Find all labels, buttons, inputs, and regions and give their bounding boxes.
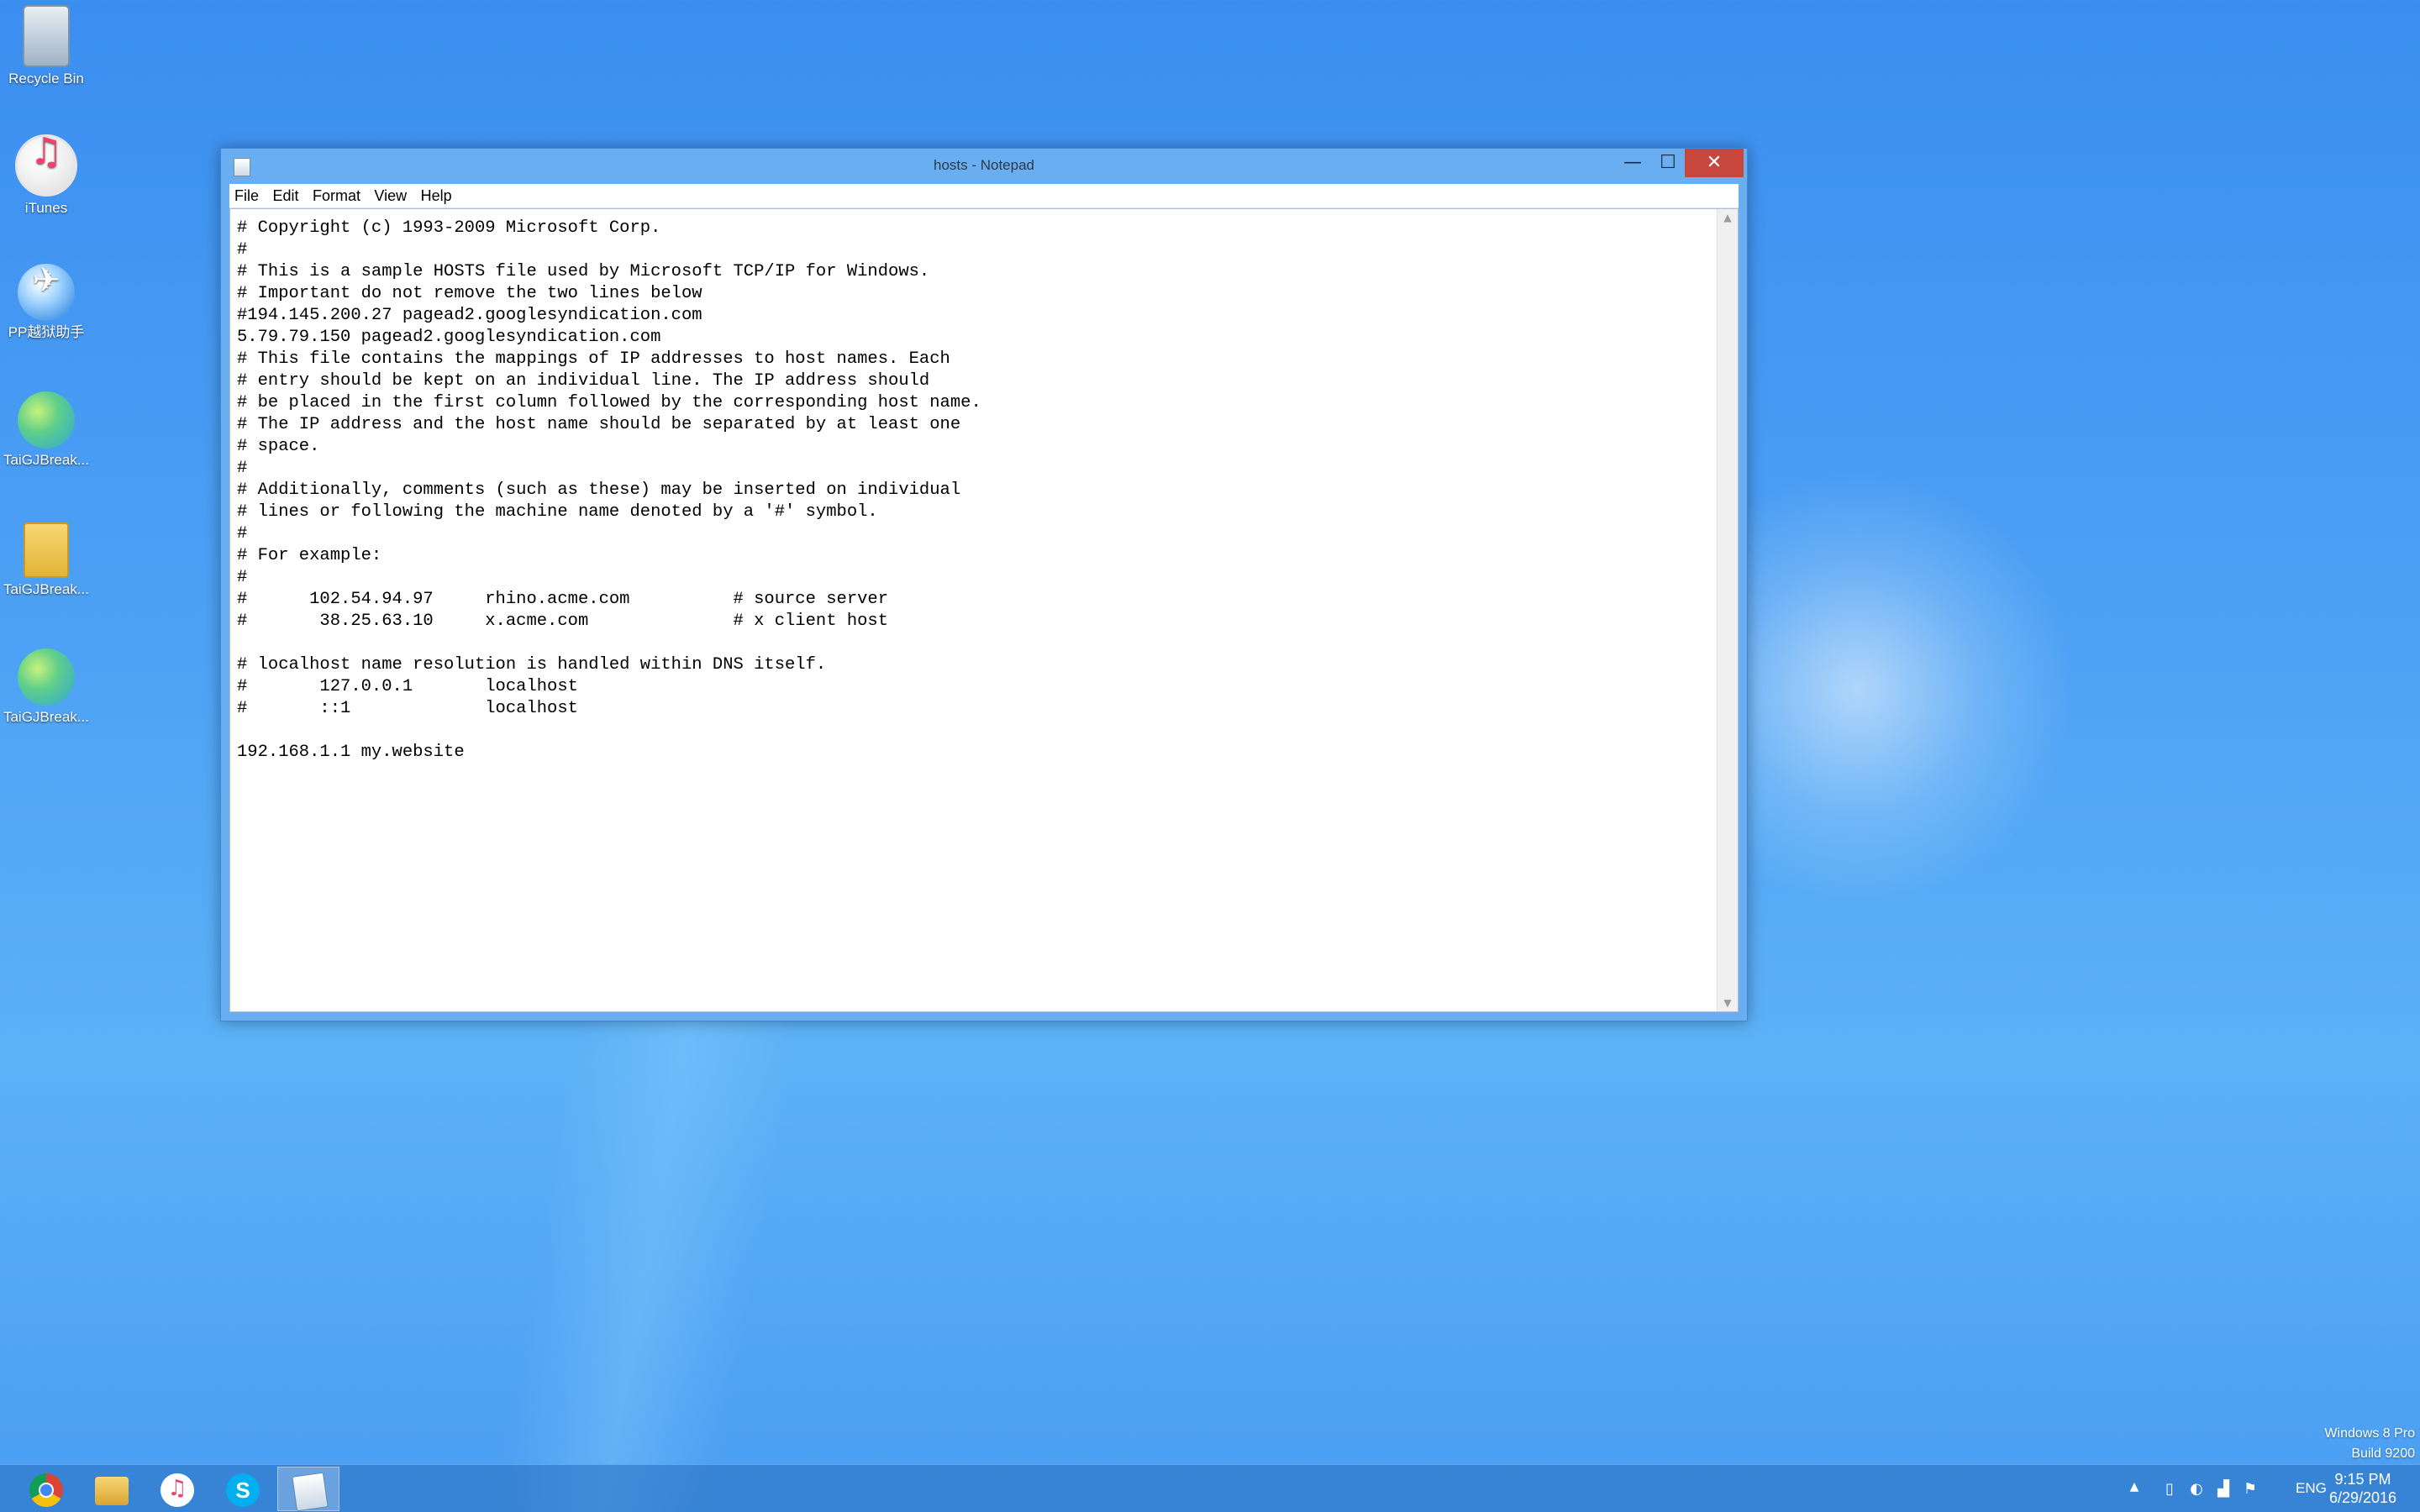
- taskbar-chrome-button[interactable]: [15, 1467, 77, 1511]
- device-tray-icon[interactable]: ▯: [2160, 1480, 2180, 1498]
- menu-file[interactable]: File: [229, 184, 264, 205]
- desktop-icon-taig-2[interactable]: TaiGJBreak...: [0, 648, 92, 726]
- close-button[interactable]: ✕: [1685, 149, 1744, 177]
- taskbar-notepad-button[interactable]: [277, 1467, 339, 1512]
- notepad-window[interactable]: hosts - Notepad — ☐ ✕ File Edit Format V…: [220, 148, 1748, 1021]
- recycle-bin-icon: [23, 5, 70, 67]
- window-title: hosts - Notepad: [933, 157, 1034, 173]
- desktop-icon-label: TaiGJBreak...: [3, 709, 90, 725]
- windows-version-watermark: Windows 8 Pro Build 9200: [2324, 1424, 2415, 1464]
- text-editor-area[interactable]: # Copyright (c) 1993-2009 Microsoft Corp…: [229, 208, 1739, 1012]
- folder-icon: [24, 522, 69, 578]
- scroll-up-icon[interactable]: ▲: [1718, 209, 1738, 226]
- system-clock[interactable]: 9:15 PM 6/29/2016: [2321, 1470, 2405, 1507]
- taskbar: ▲ ▯ ◐ ▟ ⚑ ENG 9:15 PM 6/29/2016: [0, 1464, 2420, 1512]
- itunes-icon: [160, 1473, 194, 1507]
- taskbar-file-explorer-button[interactable]: [81, 1467, 143, 1511]
- maximize-button[interactable]: ☐: [1649, 149, 1686, 177]
- itunes-icon: [15, 134, 77, 197]
- watermark-build: Build 9200: [2351, 1446, 2415, 1461]
- minimize-button[interactable]: —: [1614, 149, 1651, 177]
- watermark-edition: Windows 8 Pro: [2324, 1426, 2415, 1441]
- pp-assistant-icon: [18, 264, 75, 321]
- hosts-file-content[interactable]: # Copyright (c) 1993-2009 Microsoft Corp…: [237, 218, 1707, 1011]
- file-explorer-icon: [95, 1477, 129, 1505]
- taskbar-skype-button[interactable]: [212, 1467, 274, 1511]
- network-signal-icon[interactable]: ▟: [2213, 1480, 2233, 1498]
- desktop-icon-label: TaiGJBreak...: [3, 452, 90, 468]
- chrome-icon: [29, 1473, 63, 1507]
- menu-help[interactable]: Help: [416, 184, 457, 205]
- clock-time: 9:15 PM: [2334, 1471, 2391, 1488]
- title-bar[interactable]: hosts - Notepad — ☐ ✕: [221, 149, 1747, 184]
- wallpaper-flower-stem: [488, 951, 806, 1512]
- desktop-icon-recycle-bin[interactable]: Recycle Bin: [0, 5, 92, 87]
- show-hidden-icons-button[interactable]: ▲: [2124, 1480, 2144, 1494]
- desktop-icon-itunes[interactable]: iTunes: [0, 134, 92, 217]
- skype-icon: [226, 1473, 260, 1507]
- vertical-scrollbar[interactable]: ▲ ▼: [1717, 209, 1738, 1011]
- clock-date: 6/29/2016: [2328, 1489, 2397, 1506]
- action-center-flag-icon[interactable]: ⚑: [2240, 1480, 2260, 1498]
- desktop-icon-label: TaiGJBreak...: [3, 581, 90, 597]
- menu-edit[interactable]: Edit: [267, 184, 303, 205]
- taig-icon: [18, 648, 75, 706]
- desktop-icon-label: Recycle Bin: [8, 71, 84, 87]
- desktop-icon-pp-assistant[interactable]: PP越狱助手: [0, 264, 92, 341]
- taskbar-itunes-button[interactable]: [146, 1467, 208, 1511]
- desktop-icon-taig-1[interactable]: TaiGJBreak...: [0, 391, 92, 469]
- desktop-icon-label: PP越狱助手: [8, 324, 85, 340]
- menu-format[interactable]: Format: [308, 184, 366, 205]
- taig-icon: [18, 391, 75, 449]
- security-tray-icon[interactable]: ◐: [2186, 1480, 2207, 1498]
- menu-view[interactable]: View: [369, 184, 412, 205]
- desktop-icon-taig-folder[interactable]: TaiGJBreak...: [0, 522, 92, 598]
- desktop-icon-label: iTunes: [24, 200, 68, 216]
- scroll-down-icon[interactable]: ▼: [1718, 995, 1738, 1011]
- menu-bar: File Edit Format View Help: [229, 184, 1739, 208]
- notepad-icon: [292, 1472, 329, 1512]
